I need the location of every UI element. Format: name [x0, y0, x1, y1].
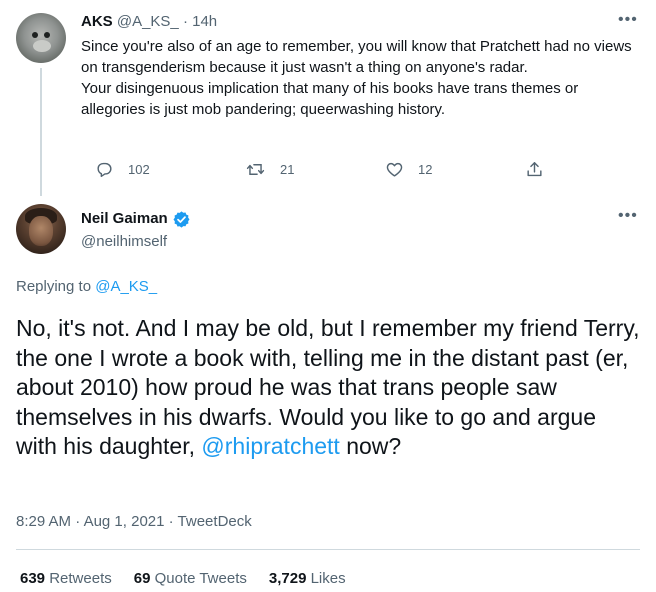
author-name[interactable]: AKS [81, 13, 113, 30]
retweets-label: Retweets [49, 570, 112, 587]
avatar[interactable] [16, 13, 66, 63]
divider [16, 549, 640, 550]
retweet-count: 21 [280, 161, 295, 177]
tweet-action-bar: 102 21 12 [95, 155, 565, 183]
separator-dot: · [182, 13, 188, 30]
tweet-time[interactable]: 14h [192, 13, 217, 30]
author-name[interactable]: Neil Gaiman [81, 209, 168, 229]
likes-count: 3,729 [268, 570, 307, 587]
heart-icon [386, 162, 403, 177]
tweet-source[interactable]: TweetDeck [178, 513, 252, 530]
author-handle[interactable]: @neilhimself [81, 232, 167, 252]
like-count: 12 [418, 161, 433, 177]
avatar[interactable] [16, 204, 66, 254]
parent-tweet-header: AKS @A_KS_ · 14h [81, 12, 217, 32]
reply-button[interactable]: 102 [95, 155, 150, 183]
retweet-icon [246, 163, 265, 175]
tweet-time[interactable]: 8:29 AM [16, 513, 71, 530]
thread-connector-line [40, 68, 42, 196]
replying-to-line: Replying to @A_KS_ [16, 277, 157, 297]
avatar-seal-snout [33, 40, 51, 52]
avatar-face [29, 216, 53, 246]
separator-dot: · [75, 513, 81, 530]
main-tweet-text: No, it's not. And I may be old, but I re… [16, 314, 641, 462]
quote-tweets-label: Quote Tweets [154, 570, 247, 587]
reply-icon [97, 162, 112, 177]
retweets-count: 639 [20, 570, 46, 587]
share-button[interactable] [525, 155, 544, 183]
tweet-page: AKS @A_KS_ · 14h ••• Since you're also o… [0, 0, 656, 592]
more-horizontal-icon[interactable]: ••• [618, 208, 638, 224]
quote-tweets-count: 69 [133, 570, 151, 587]
separator-dot: · [168, 513, 174, 530]
parent-tweet[interactable]: AKS @A_KS_ · 14h ••• Since you're also o… [0, 0, 656, 196]
likes-stat[interactable]: 3,729 Likes [269, 569, 346, 589]
replying-to-label: Replying to [16, 278, 92, 295]
quote-tweets-stat[interactable]: 69 Quote Tweets [134, 569, 247, 589]
share-icon [527, 161, 542, 176]
tweet-date[interactable]: Aug 1, 2021 [84, 513, 165, 530]
reply-count: 102 [128, 161, 150, 177]
likes-label: Likes [310, 570, 346, 587]
replying-to-link[interactable]: @A_KS_ [95, 278, 157, 295]
more-horizontal-icon[interactable]: ••• [618, 12, 638, 28]
avatar-seal-eye [44, 32, 50, 38]
tweet-metadata: 8:29 AM · Aug 1, 2021 · TweetDeck [16, 512, 252, 532]
engagement-stats: 639 Retweets 69 Quote Tweets 3,729 Likes [20, 569, 346, 589]
tweet-paragraph: Your disingenuous implication that many … [81, 80, 579, 118]
retweets-stat[interactable]: 639 Retweets [20, 569, 112, 589]
avatar-seal-eye [32, 32, 38, 38]
author-handle[interactable]: @A_KS_ [117, 13, 179, 30]
verified-badge-icon [173, 210, 190, 228]
tweet-body-end: now? [346, 433, 402, 460]
mention-link[interactable]: @rhipratchett [201, 433, 339, 459]
parent-tweet-text: Since you're also of an age to remember,… [81, 36, 641, 120]
like-button[interactable]: 12 [385, 155, 432, 183]
main-tweet-author-row: Neil Gaiman [81, 209, 191, 229]
retweet-button[interactable]: 21 [245, 155, 294, 183]
tweet-paragraph: Since you're also of an age to remember,… [81, 38, 632, 76]
